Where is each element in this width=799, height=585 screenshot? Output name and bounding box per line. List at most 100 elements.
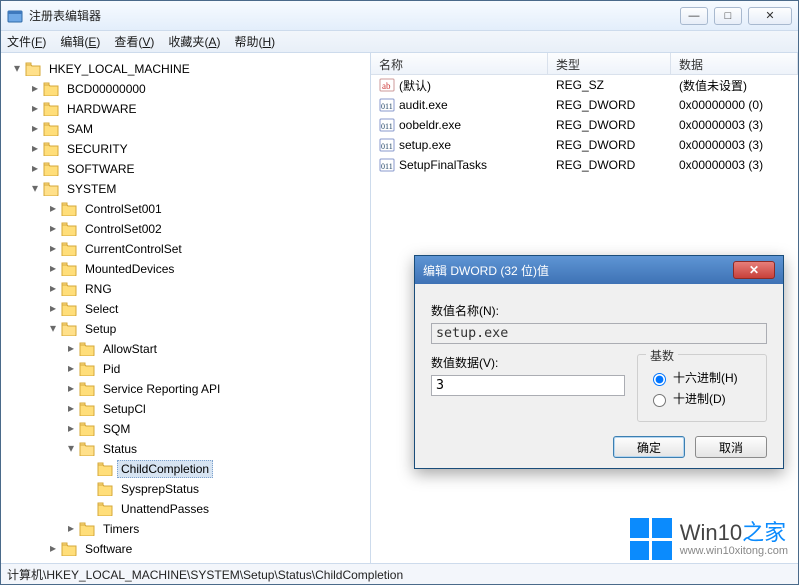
tree-item[interactable]: ▾ HKEY_LOCAL_MACHINE	[5, 59, 370, 79]
svg-text:011: 011	[381, 162, 393, 171]
tree-expander-icon[interactable]: ▸	[47, 282, 59, 294]
value-data-label: 数值数据(V):	[431, 354, 625, 371]
dialog-close-button[interactable]: ✕	[733, 261, 775, 279]
menu-file[interactable]: 文件(F)	[7, 33, 46, 50]
tree-item[interactable]: ▸ BCD00000000	[5, 79, 370, 99]
dword-value-icon: 011	[379, 117, 395, 133]
radix-hex-radio[interactable]	[653, 373, 666, 386]
dword-value-icon: 011	[379, 97, 395, 113]
tree-expander-icon[interactable]: ▸	[65, 342, 77, 354]
tree-item[interactable]: ▸ HARDWARE	[5, 99, 370, 119]
value-name: oobeldr.exe	[399, 118, 461, 132]
string-value-icon: ab	[379, 77, 395, 93]
menu-fav[interactable]: 收藏夹(A)	[168, 33, 220, 50]
tree-item[interactable]: ▸ AllowStart	[5, 339, 370, 359]
svg-text:011: 011	[381, 142, 393, 151]
radix-hex[interactable]: 十六进制(H)	[648, 369, 756, 386]
tree-item-label: Status	[99, 440, 141, 458]
col-name[interactable]: 名称	[371, 53, 548, 74]
tree-item[interactable]: ▾ Setup	[5, 319, 370, 339]
tree-item[interactable]: ▸ SOFTWARE	[5, 159, 370, 179]
tree-expander-icon[interactable]: ▸	[65, 422, 77, 434]
menu-edit[interactable]: 编辑(E)	[60, 33, 100, 50]
tree-expander-icon[interactable]: ▾	[11, 62, 23, 74]
radix-dec-radio[interactable]	[653, 394, 666, 407]
minimize-button[interactable]: —	[680, 7, 708, 25]
tree-item[interactable]: SysprepStatus	[5, 479, 370, 499]
tree-item[interactable]: ▾ Status	[5, 439, 370, 459]
tree-expander-icon[interactable]: ▸	[47, 302, 59, 314]
tree-item[interactable]: ▸ Pid	[5, 359, 370, 379]
tree-item[interactable]: ▸ SetupCl	[5, 399, 370, 419]
tree-item[interactable]: ▸ Service Reporting API	[5, 379, 370, 399]
value-type: REG_DWORD	[548, 98, 671, 112]
list-row[interactable]: 011 oobeldr.exe REG_DWORD 0x00000003 (3)	[371, 115, 798, 135]
tree-item-label: BCD00000000	[63, 80, 150, 98]
tree-expander-icon[interactable]: ▸	[47, 542, 59, 554]
tree-expander-icon[interactable]: ▸	[29, 162, 41, 174]
tree-expander-icon[interactable]: ▸	[29, 142, 41, 154]
tree-item-label: RNG	[81, 280, 116, 298]
tree-item[interactable]: ▸ ControlSet002	[5, 219, 370, 239]
win-logo-icon	[630, 518, 672, 560]
tree-item[interactable]: ▸ SQM	[5, 419, 370, 439]
tree-expander-icon[interactable]: ▸	[65, 362, 77, 374]
tree-expander-icon[interactable]: ▾	[29, 182, 41, 194]
titlebar[interactable]: 注册表编辑器 — □ ✕	[1, 1, 798, 31]
tree-item[interactable]: ▸ MountedDevices	[5, 259, 370, 279]
tree-item[interactable]: ▸ SAM	[5, 119, 370, 139]
tree-expander-icon[interactable]: ▸	[47, 262, 59, 274]
radix-dec[interactable]: 十进制(D)	[648, 390, 756, 407]
svg-text:ab: ab	[382, 81, 391, 91]
tree-item[interactable]: ▸ ControlSet001	[5, 199, 370, 219]
ok-button[interactable]: 确定	[613, 436, 685, 458]
tree-expander-icon[interactable]: ▸	[47, 222, 59, 234]
value-data-field[interactable]	[431, 375, 625, 396]
tree-expander-icon[interactable]: ▾	[47, 322, 59, 334]
tree-expander-icon[interactable]: ▸	[47, 242, 59, 254]
list-row[interactable]: 011 audit.exe REG_DWORD 0x00000000 (0)	[371, 95, 798, 115]
svg-text:011: 011	[381, 122, 393, 131]
tree-item-label: SetupCl	[99, 400, 150, 418]
tree-item[interactable]: ▸ RNG	[5, 279, 370, 299]
tree-expander-icon[interactable]: ▸	[65, 382, 77, 394]
tree-expander-icon[interactable]: ▸	[29, 102, 41, 114]
list-header[interactable]: 名称 类型 数据	[371, 53, 798, 75]
tree-item-label: Service Reporting API	[99, 380, 224, 398]
dialog-titlebar[interactable]: 编辑 DWORD (32 位)值 ✕	[415, 256, 783, 284]
col-data[interactable]: 数据	[671, 53, 798, 74]
value-name: (默认)	[399, 77, 431, 94]
list-row[interactable]: 011 SetupFinalTasks REG_DWORD 0x00000003…	[371, 155, 798, 175]
list-row[interactable]: 011 setup.exe REG_DWORD 0x00000003 (3)	[371, 135, 798, 155]
tree-expander-icon[interactable]: ▸	[29, 82, 41, 94]
tree-item[interactable]: ▸ SECURITY	[5, 139, 370, 159]
cancel-button[interactable]: 取消	[695, 436, 767, 458]
tree-expander-icon[interactable]: ▸	[65, 522, 77, 534]
tree-expander-icon[interactable]: ▸	[29, 122, 41, 134]
app-window: 注册表编辑器 — □ ✕ 文件(F) 编辑(E) 查看(V) 收藏夹(A) 帮助…	[0, 0, 799, 585]
status-path: 计算机\HKEY_LOCAL_MACHINE\SYSTEM\Setup\Stat…	[7, 566, 403, 583]
tree-item[interactable]: UnattendPasses	[5, 499, 370, 519]
tree-item[interactable]: ▸ Timers	[5, 519, 370, 539]
list-row[interactable]: ab (默认) REG_SZ (数值未设置)	[371, 75, 798, 95]
tree-view[interactable]: ▾ HKEY_LOCAL_MACHINE ▸ BCD00000000 ▸ HAR…	[1, 53, 371, 563]
tree-item[interactable]: ▸ Software	[5, 539, 370, 559]
col-type[interactable]: 类型	[548, 53, 671, 74]
menu-view[interactable]: 查看(V)	[114, 33, 154, 50]
tree-item-label: SAM	[63, 120, 97, 138]
tree-item[interactable]: ▸ CurrentControlSet	[5, 239, 370, 259]
tree-item[interactable]: ▾ SYSTEM	[5, 179, 370, 199]
close-button[interactable]: ✕	[748, 7, 792, 25]
tree-item-label: SOFTWARE	[63, 160, 139, 178]
tree-expander-icon[interactable]: ▾	[65, 442, 77, 454]
base-group-title: 基数	[646, 347, 678, 364]
tree-item[interactable]: ChildCompletion	[5, 459, 370, 479]
menu-help[interactable]: 帮助(H)	[234, 33, 275, 50]
tree-item[interactable]: ▸ Select	[5, 299, 370, 319]
value-data: 0x00000003 (3)	[671, 158, 798, 172]
tree-expander-icon[interactable]: ▸	[47, 202, 59, 214]
tree-expander-icon[interactable]: ▸	[65, 402, 77, 414]
tree-item-label: ControlSet001	[81, 200, 166, 218]
value-data: 0x00000003 (3)	[671, 138, 798, 152]
maximize-button[interactable]: □	[714, 7, 742, 25]
